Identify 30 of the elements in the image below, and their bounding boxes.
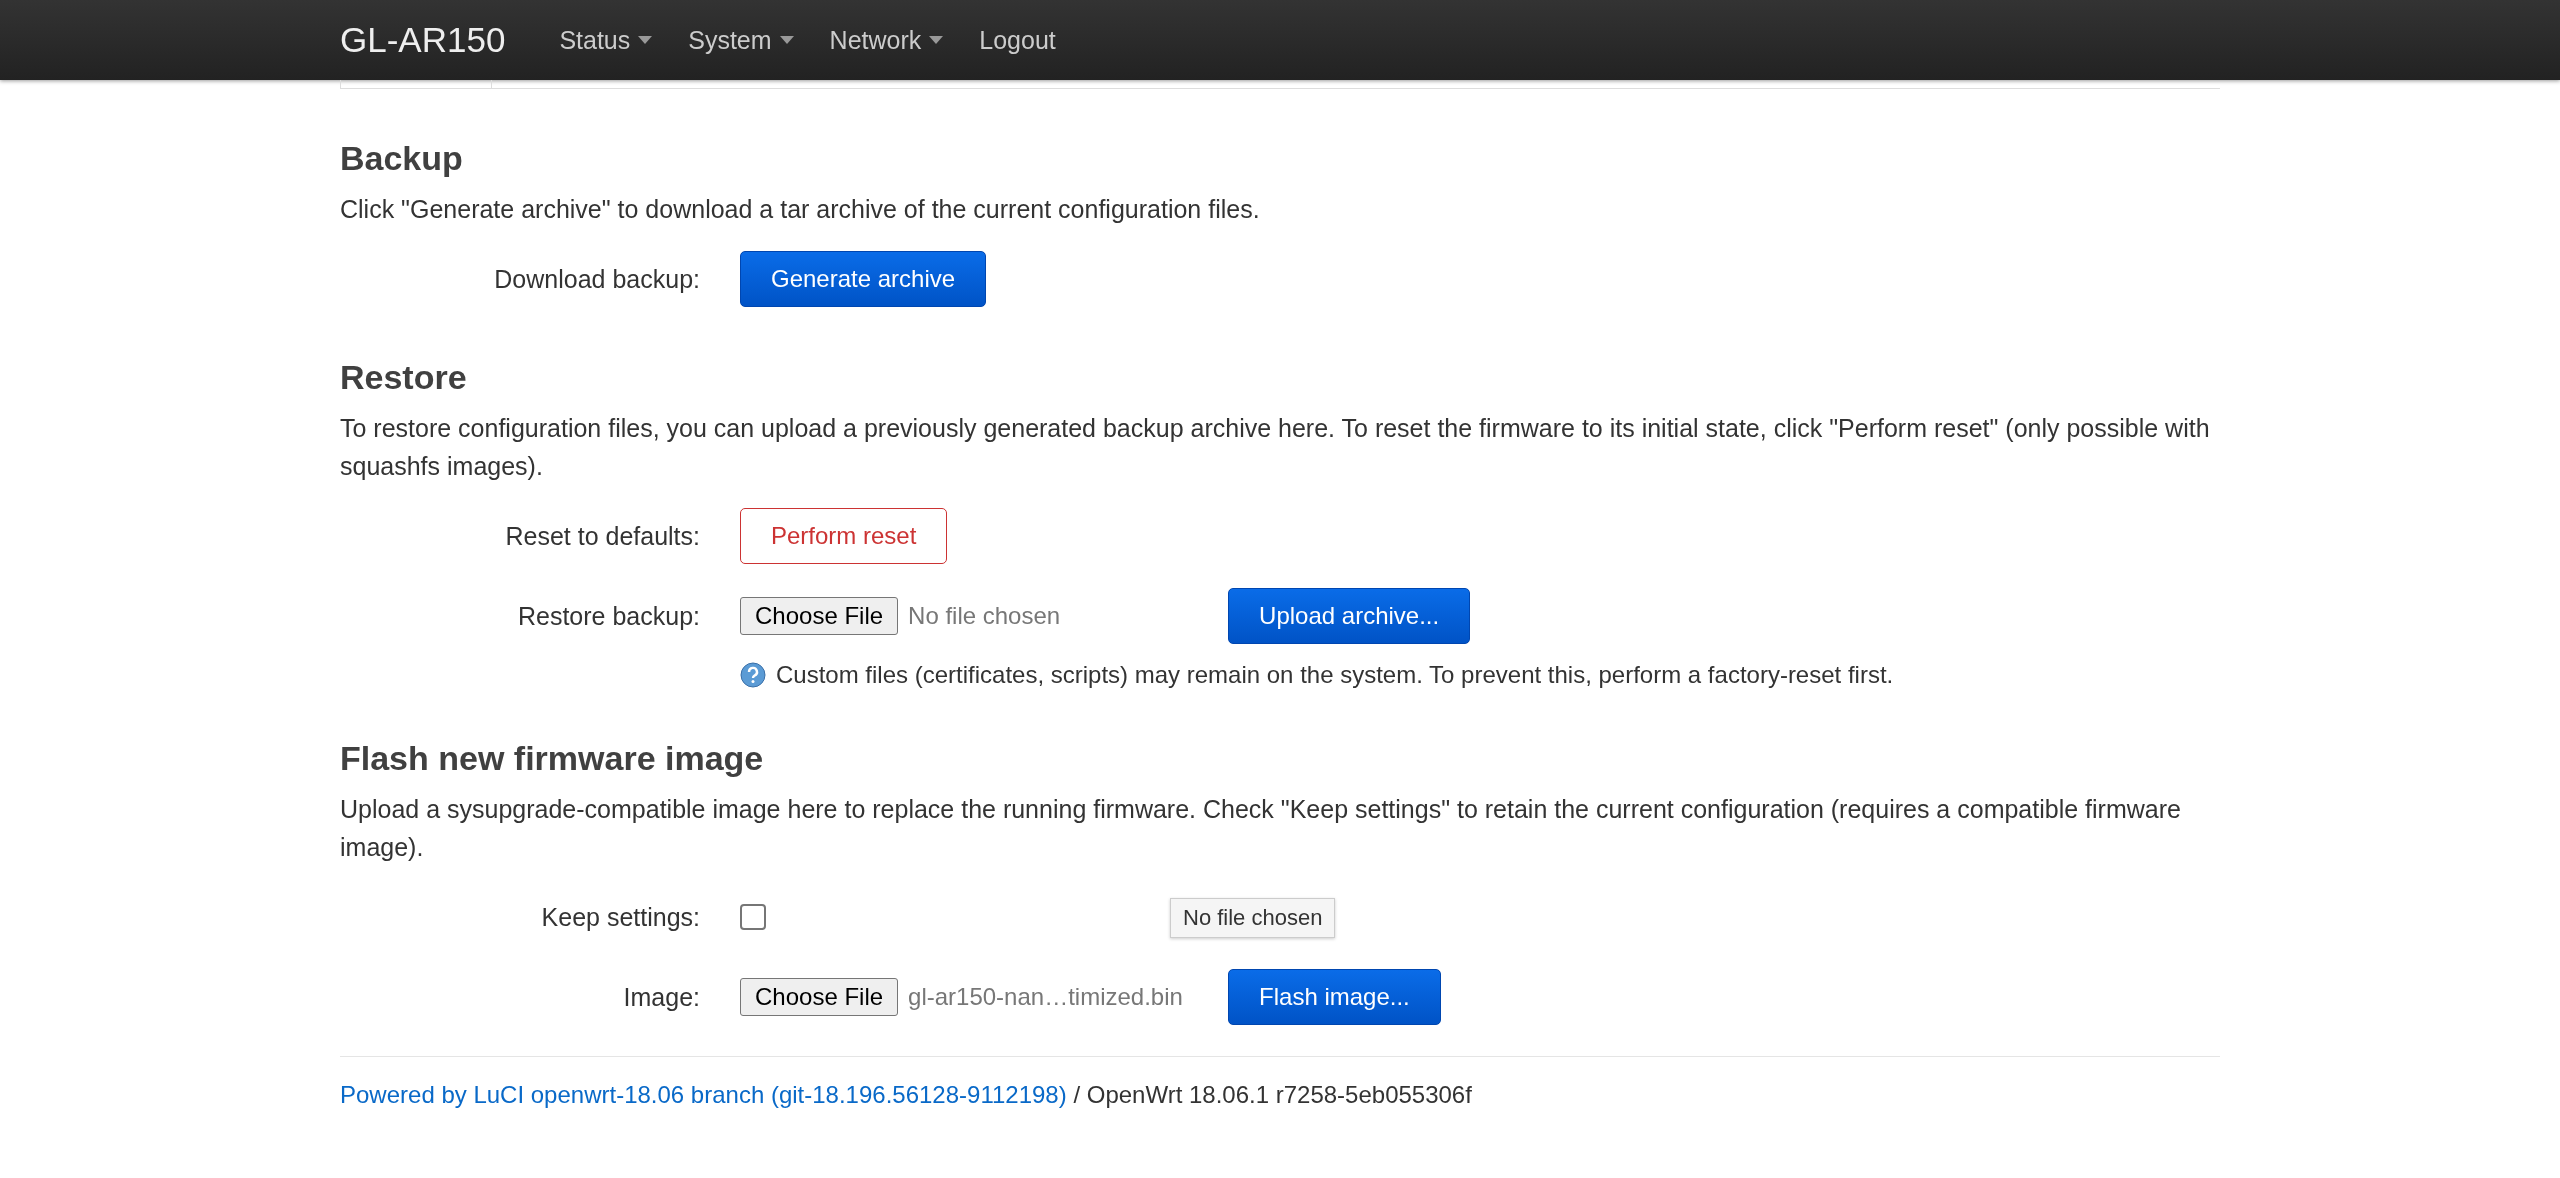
footer-text: Powered by LuCI openwrt-18.06 branch (git-18.196.56128-9112198) / OpenWrt 18.06.1 r7258-5eb055306f — [340, 1081, 1473, 1109]
reset-button[interactable]: Perform reset — [740, 508, 948, 564]
help-icon — [740, 662, 766, 688]
generate-button[interactable]: Generate archive — [740, 251, 987, 307]
choose-file-button[interactable]: Choose File — [740, 597, 899, 635]
field-label: Reset to defaults: — [504, 521, 701, 551]
section-title: Flash new firmware image — [340, 739, 765, 778]
menu-item[interactable]: Network — [829, 25, 944, 55]
menu-item[interactable]: Logout — [979, 25, 1056, 55]
choose-file-button[interactable]: Choose File — [740, 978, 899, 1016]
tooltip: No file chosen — [1170, 898, 1336, 938]
luci-link[interactable]: Powered by LuCI openwrt-18.06 branch (git-18.196.56128-9112198) — [340, 1081, 1067, 1108]
checkbox[interactable] — [740, 904, 766, 930]
field-label: Restore backup: — [516, 601, 701, 631]
section-title: Backup — [340, 139, 464, 178]
file-name: gl-ar150-nan…timized.bin — [908, 983, 1184, 1011]
menu-item[interactable]: System — [688, 25, 794, 55]
field-label: Download backup: — [493, 264, 701, 294]
section-description: Click "Generate archive" to download a tar archive of the current configuration files. — [340, 194, 1261, 225]
section-description: To restore configuration files, you can upload a previously generated backup archive here. To reset the firmware to its initial state, click "Perform reset" (only possible with squashfs images). — [340, 413, 2211, 482]
field-label: Keep settings: — [540, 902, 701, 932]
brand-title: GL-AR150 — [340, 20, 506, 60]
help-note: Custom files (certificates, scripts) may remain on the system. To prevent this, perform a factory-reset first. — [776, 661, 1894, 689]
section-title: Restore — [340, 358, 468, 397]
file-name: No file chosen — [908, 602, 1062, 630]
menu-item[interactable]: Status — [559, 25, 653, 55]
section-description: Upload a sysupgrade-compatible image here to replace the running firmware. Check "Keep settings" to retain the current configuration (requires a compatible firmware image). — [340, 794, 2182, 863]
upload-button[interactable]: Upload archive... — [1228, 588, 1471, 644]
upload-button[interactable]: Flash image... — [1228, 969, 1441, 1025]
field-label: Image: — [622, 982, 701, 1012]
